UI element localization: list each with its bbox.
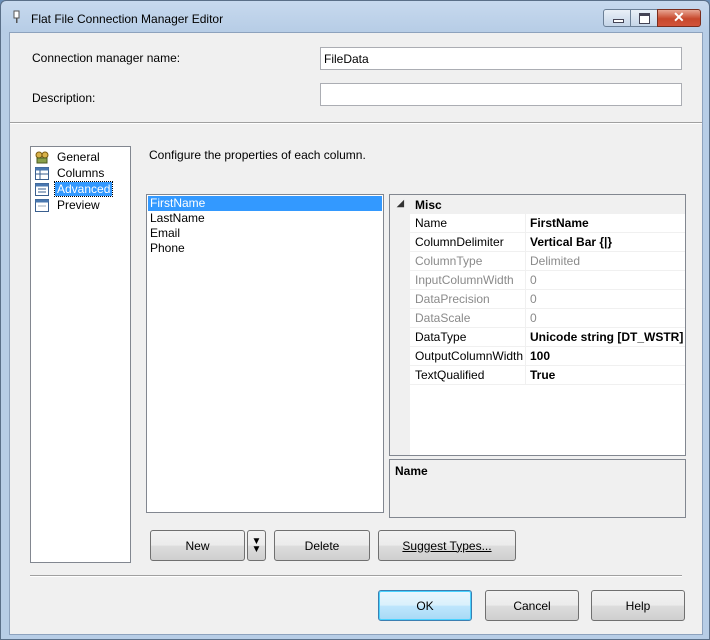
property-name: DataType <box>415 330 467 344</box>
suggest-types-button-label: Suggest Types... <box>402 538 492 553</box>
connection-manager-icon <box>13 10 20 23</box>
nav-item-advanced[interactable]: Advanced <box>35 181 114 197</box>
cancel-button-label: Cancel <box>513 598 551 613</box>
property-name: DataPrecision <box>415 292 490 306</box>
property-name: InputColumnWidth <box>415 273 514 287</box>
connection-name-input[interactable] <box>320 47 682 70</box>
preview-icon <box>35 198 49 212</box>
delete-button-label: Delete <box>304 538 340 553</box>
list-item[interactable]: LastName <box>148 211 382 226</box>
property-value: Delimited <box>530 254 581 268</box>
connection-name-label: Connection manager name: <box>32 51 181 65</box>
property-value[interactable]: FirstName <box>530 216 589 230</box>
property-name: TextQualified <box>415 368 485 382</box>
instruction-text: Configure the properties of each column. <box>149 148 366 162</box>
property-row-column-type[interactable]: ColumnType Delimited <box>410 252 685 271</box>
property-name: DataScale <box>415 311 471 325</box>
property-description-panel: Name <box>389 459 686 518</box>
category-label: Misc <box>415 198 442 212</box>
nav-item-preview[interactable]: Preview <box>35 197 102 213</box>
double-chevron-down-icon: ▼ ▼ <box>251 535 262 555</box>
nav-item-general[interactable]: General <box>35 149 102 165</box>
bottom-divider <box>30 575 682 577</box>
list-item[interactable]: Phone <box>148 241 382 256</box>
property-row-column-delimiter[interactable]: ColumnDelimiter Vertical Bar {|} <box>410 233 685 252</box>
ok-button[interactable]: OK <box>378 590 472 621</box>
column-list[interactable]: FirstName LastName Email Phone <box>146 194 384 513</box>
description-title: Name <box>395 464 428 478</box>
window-title: Flat File Connection Manager Editor <box>31 12 224 26</box>
property-value[interactable]: 100 <box>530 349 550 363</box>
property-row-data-precision[interactable]: DataPrecision 0 <box>410 290 685 309</box>
property-row-data-scale[interactable]: DataScale 0 <box>410 309 685 328</box>
minimize-icon <box>613 19 624 23</box>
list-item[interactable]: FirstName <box>148 196 382 211</box>
nav-item-columns[interactable]: Columns <box>35 165 106 181</box>
property-row-output-column-width[interactable]: OutputColumnWidth 100 <box>410 347 685 366</box>
property-value[interactable]: Unicode string [DT_WSTR] <box>530 330 683 344</box>
property-value: 0 <box>530 273 537 287</box>
nav-item-label: Columns <box>57 166 105 180</box>
property-value[interactable]: Vertical Bar {|} <box>530 235 612 249</box>
nav-item-label: Preview <box>57 198 100 212</box>
property-value[interactable]: True <box>530 368 555 382</box>
close-button[interactable]: ✕ <box>657 9 701 27</box>
help-button[interactable]: Help <box>591 590 685 621</box>
ok-button-label: OK <box>416 598 434 613</box>
grid-gutter <box>390 214 410 455</box>
property-row-data-type[interactable]: DataType Unicode string [DT_WSTR] <box>410 328 685 347</box>
close-icon: ✕ <box>673 9 685 25</box>
description-label: Description: <box>32 91 96 105</box>
top-divider <box>10 122 702 124</box>
property-name: Name <box>415 216 448 230</box>
maximize-icon <box>639 13 650 24</box>
suggest-types-button[interactable]: Suggest Types... <box>378 530 516 561</box>
delete-button[interactable]: Delete <box>274 530 370 561</box>
page-nav-list: General Columns Advanced Preview <box>30 146 131 563</box>
property-name: ColumnType <box>415 254 483 268</box>
property-name: ColumnDelimiter <box>415 235 504 249</box>
dialog-client: Connection manager name: Description: Ge… <box>9 32 703 635</box>
property-value: 0 <box>530 311 537 325</box>
property-row-text-qualified[interactable]: TextQualified True <box>410 366 685 385</box>
property-name: OutputColumnWidth <box>415 349 523 363</box>
collapse-triangle-icon[interactable]: ◢ <box>397 198 404 209</box>
columns-icon <box>35 166 49 180</box>
property-category[interactable]: ◢ Misc <box>390 195 685 214</box>
maximize-button[interactable] <box>630 9 658 27</box>
property-row-input-column-width[interactable]: InputColumnWidth 0 <box>410 271 685 290</box>
nav-item-label: Advanced <box>53 181 114 197</box>
property-value: 0 <box>530 292 537 306</box>
new-dropdown-button[interactable]: ▼ ▼ <box>247 530 266 561</box>
property-grid: ◢ Misc Name FirstName ColumnDelimiter Ve… <box>389 194 686 456</box>
nav-item-label: General <box>57 150 100 164</box>
new-button[interactable]: New <box>150 530 245 561</box>
dialog-window: Flat File Connection Manager Editor ✕ Co… <box>0 0 710 640</box>
list-item[interactable]: Email <box>148 226 382 241</box>
general-icon <box>35 151 49 163</box>
minimize-button[interactable] <box>603 9 631 27</box>
help-button-label: Help <box>625 598 651 613</box>
advanced-icon <box>35 182 49 196</box>
new-button-label: New <box>185 538 210 553</box>
description-input[interactable] <box>320 83 682 106</box>
title-bar: Flat File Connection Manager Editor ✕ <box>1 1 709 35</box>
property-row-name[interactable]: Name FirstName <box>410 214 685 233</box>
cancel-button[interactable]: Cancel <box>485 590 579 621</box>
